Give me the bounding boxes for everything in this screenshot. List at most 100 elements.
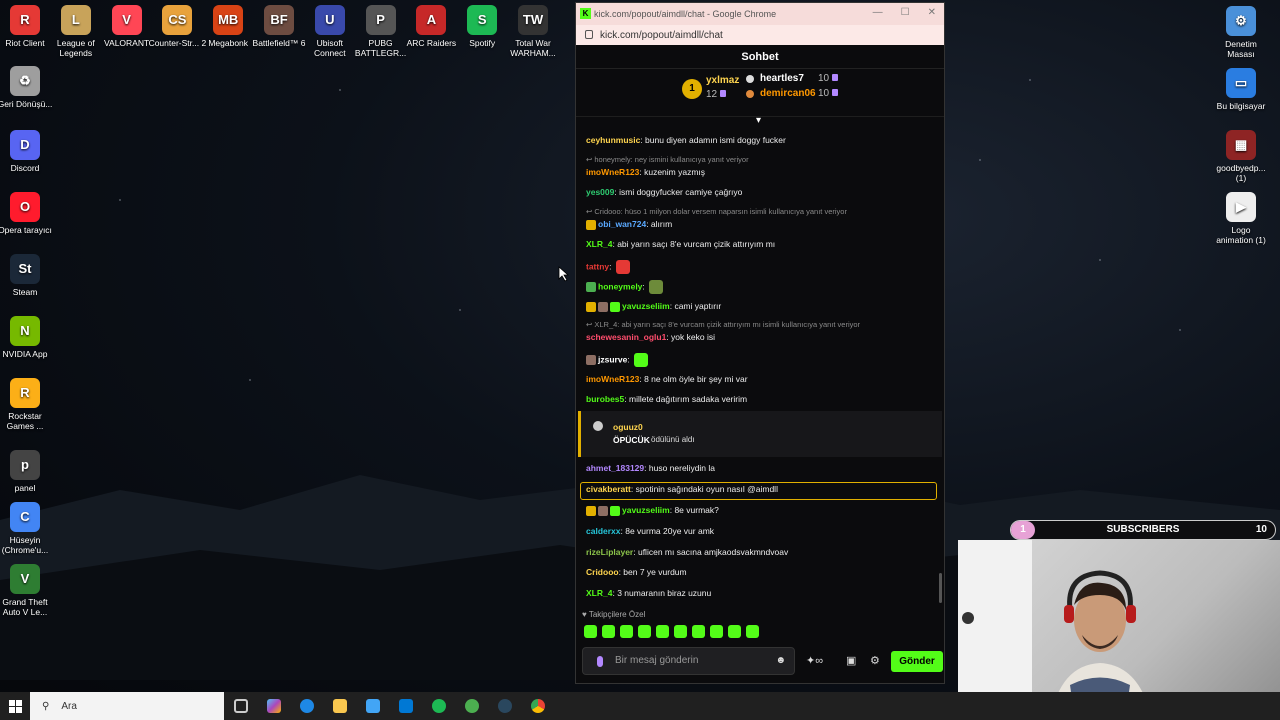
desktop-icon-label: Grand Theft Auto V Le... [2,597,48,617]
chat-message: ceyhunmusic: bunu diyen adamın ismi dogg… [586,135,786,145]
chat-username[interactable]: yes009 [586,187,614,197]
desktop-icon-label: Spotify [469,38,496,48]
chat-username[interactable]: obi_wan724 [598,219,646,229]
chat-message: imoWneR123: 8 ne olm öyle bir şey mi var [586,374,748,384]
chrome-icon[interactable] [521,692,554,720]
desktop-icon-label: goodbyedp... (1) [1216,163,1266,183]
taskbar-search[interactable]: ⚲ Ara [30,692,224,720]
desktop-icon[interactable]: p panel [0,450,54,493]
minimize-icon[interactable]: — [873,7,883,18]
desktop-icon[interactable]: ⚙ Denetim Masası [1212,6,1270,59]
emote-icon[interactable] [602,625,615,638]
chat-scrollbar[interactable] [939,573,942,603]
desktop-icon[interactable]: D Discord [0,130,54,173]
chat-username[interactable]: XLR_4 [586,588,612,598]
chat-username[interactable]: XLR_4 [586,239,612,249]
desktop-icon[interactable]: O Opera tarayıcı [0,192,54,235]
kicks-icon[interactable]: ✦∞ [806,654,823,667]
chat-username[interactable]: imoWneR123 [586,167,639,177]
task-view-icon[interactable] [224,692,257,720]
emote-icon[interactable] [620,625,633,638]
emote-icon[interactable] [656,625,669,638]
desktop-icon[interactable]: ▶ Logo animation (1) [1212,192,1270,245]
chat-username[interactable]: yavuzseliim [622,301,670,311]
desktop-icon[interactable]: N NVIDIA App [0,316,54,359]
reply-context: ↩ XLR_4: abi yarın saçı 8'e vurcam çizik… [586,320,860,329]
leader-1-name[interactable]: yxlmaz [706,75,739,86]
chat-username[interactable]: ahmet_183129 [586,463,644,473]
desktop-icon[interactable]: BF Battlefield™ 6 [250,5,308,48]
chat-username[interactable]: civakberatt [586,484,631,494]
outlook-icon[interactable] [389,692,422,720]
desktop-icon[interactable]: V Grand Theft Auto V Le... [0,564,54,617]
chat-text: : uflicen mı sacına amjkaodsvakmndvoav [633,547,789,557]
chat-username[interactable]: burobes5 [586,394,624,404]
desktop-icon[interactable]: ▭ Bu bilgisayar [1212,68,1270,111]
chat-message-input[interactable]: Bir mesaj gönderin ☻ [582,647,795,675]
emote-icon[interactable] [674,625,687,638]
reward-user[interactable]: oguuz0 [613,422,643,432]
chat-username[interactable]: schewesanin_oglu1 [586,332,666,342]
emote-quick-row[interactable] [584,625,759,638]
desktop-icon[interactable]: U Ubisoft Connect [301,5,359,58]
search-icon: ⚲ [42,700,50,712]
send-button[interactable]: Gönder [891,651,943,672]
leader-2-name[interactable]: heartles7 [760,73,804,84]
spotify-icon[interactable] [422,692,455,720]
emote-icon[interactable] [746,625,759,638]
chat-message: Cridooo: ben 7 ye vurdum [586,567,687,577]
leader-3-name[interactable]: demircan06 [760,88,816,99]
chat-username[interactable]: jzsurve [598,354,627,364]
emote-icon[interactable] [692,625,705,638]
address-bar[interactable]: kick.com/popout/aimdll/chat [576,25,944,45]
edge-icon[interactable] [290,692,323,720]
green-app-icon[interactable] [455,692,488,720]
desktop-icon-label: Steam [12,287,38,297]
desktop-icon-label: Hüseyin (Chrome'u... [1,535,49,555]
chat-username[interactable]: calderxx [586,526,621,536]
settings-gear-icon[interactable]: ⚙ [870,654,880,667]
desktop-icon[interactable]: V VALORANT [98,5,156,48]
desktop-icon[interactable]: CS Counter-Str... 2 [148,5,206,48]
gift-box-icon[interactable]: ▣ [846,654,856,667]
chat-messages: oguuz0 ÖPÜCÜK ödülünü aldı ceyhunmusic: … [576,121,944,609]
chat-username[interactable]: honeymely [598,281,642,291]
desktop-icon[interactable]: TW Total War WARHAM... [504,5,562,58]
chat-username[interactable]: ceyhunmusic [586,135,640,145]
chat-username[interactable]: tattny [586,261,609,271]
chat-message: XLR_4: abi yarın saçı 8'e vurcam çizik a… [586,239,775,249]
chat-username[interactable]: yavuzseliim [622,505,670,515]
file-explorer-icon[interactable] [323,692,356,720]
steam-icon[interactable] [488,692,521,720]
app-icon: ▶ [1226,192,1256,222]
store-icon[interactable] [356,692,389,720]
desktop-icon-label: Logo animation (1) [1216,225,1266,245]
reply-text: ↩ XLR_4: abi yarın saçı 8'e vurcam çizik… [586,320,861,329]
emote-icon[interactable] [584,625,597,638]
app-icon: R [10,378,40,408]
desktop-icon[interactable]: St Steam [0,254,54,297]
emote-icon[interactable] [710,625,723,638]
desktop-icon[interactable]: A ARC Raiders [402,5,460,48]
emote-icon[interactable] [638,625,651,638]
chat-username[interactable]: Cridooo [586,567,619,577]
desktop-icon[interactable]: R Rockstar Games ... [0,378,54,431]
emote-icon[interactable] [728,625,741,638]
desktop-icon[interactable]: P PUBG BATTLEGR... [352,5,410,58]
desktop-icon[interactable]: S Spotify [453,5,511,48]
site-info-icon[interactable] [585,30,593,39]
close-icon[interactable]: ✕ [928,7,936,18]
maximize-icon[interactable]: ☐ [901,7,910,18]
chat-username[interactable]: imoWneR123 [586,374,639,384]
desktop-icon[interactable]: MB Megabonk [199,5,257,48]
desktop-icon[interactable]: ♻ Geri Dönüşü... [0,66,54,109]
emoji-icon[interactable]: ☻ [775,648,786,674]
desktop-icon[interactable]: ▦ goodbyedp... (1) [1212,130,1270,183]
copilot-icon[interactable] [257,692,290,720]
window-titlebar[interactable]: K kick.com/popout/aimdll/chat - Google C… [576,3,944,25]
start-button[interactable] [0,692,30,720]
chat-username[interactable]: rizeLiplayer [586,547,633,557]
microphone-icon[interactable] [597,656,603,667]
desktop-icon[interactable]: L League of Legends [47,5,105,58]
desktop-icon[interactable]: C Hüseyin (Chrome'u... [0,502,54,555]
